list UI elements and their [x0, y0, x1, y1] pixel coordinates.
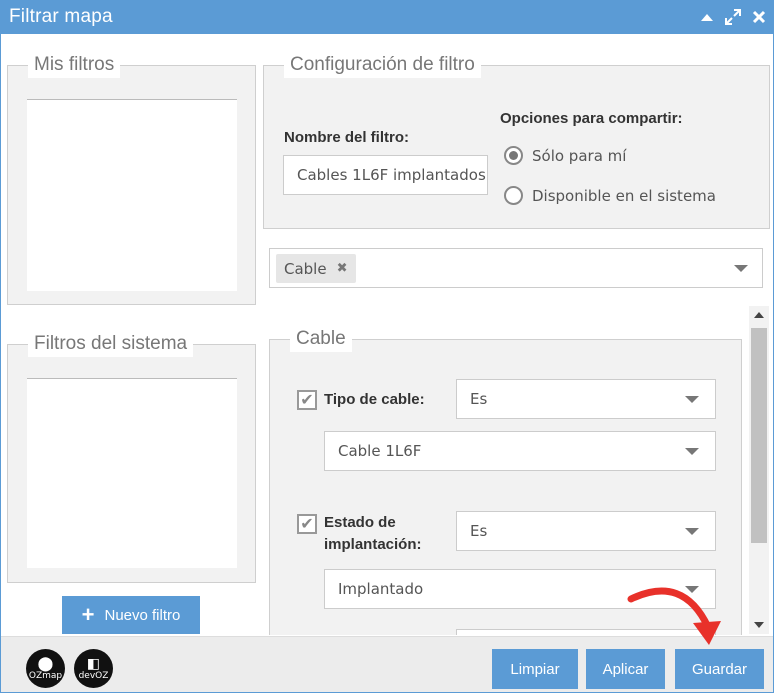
chevron-down-icon — [685, 448, 699, 455]
chevron-down-icon[interactable] — [734, 265, 748, 272]
collapse-button[interactable] — [697, 7, 717, 27]
radio-button-selected[interactable] — [504, 146, 523, 165]
dialog-title: Filtrar mapa — [9, 6, 113, 27]
tipo-cable-operator-value: Es — [470, 390, 488, 408]
estado-label-line2: implantación: — [324, 536, 422, 553]
filter-map-dialog: Filtrar mapa Mis filtros Filtros del sis… — [0, 0, 774, 693]
ozmap-logo-text: OZmap — [28, 670, 63, 681]
map-pin-icon: ⬤ — [37, 655, 54, 672]
my-filters-panel: Mis filtros — [7, 52, 256, 305]
ozmap-logo: ⬤ OZmap — [26, 649, 65, 688]
check-icon: ✔ — [300, 516, 314, 533]
devoz-logo-text: devOZ — [78, 670, 109, 681]
cable-legend: Cable — [290, 326, 352, 352]
filter-config-panel: Configuración de filtro Nombre del filtr… — [263, 52, 770, 229]
radio-only-me[interactable]: Sólo para mí — [504, 146, 626, 165]
window-controls — [697, 7, 769, 27]
check-icon: ✔ — [300, 392, 314, 409]
tipo-cable-checkbox[interactable]: ✔ — [297, 390, 317, 410]
radio-system-label: Disponible en el sistema — [532, 186, 716, 205]
filter-name-input[interactable]: Cables 1L6F implantados — [283, 155, 488, 195]
radio-button[interactable] — [504, 186, 523, 205]
tag-chip: Cable ✖ — [276, 254, 356, 283]
annotation-arrow-icon — [627, 587, 721, 645]
chevron-down-icon — [685, 528, 699, 535]
system-filters-legend: Filtros del sistema — [28, 331, 194, 357]
estado-checkbox[interactable]: ✔ — [297, 514, 317, 534]
scrollbar-thumb[interactable] — [751, 328, 767, 543]
scroll-down-icon[interactable] — [754, 622, 764, 628]
radio-only-me-label: Sólo para mí — [532, 146, 627, 165]
chevron-down-icon — [685, 396, 699, 403]
scroll-up-icon[interactable] — [754, 312, 764, 318]
expand-icon — [725, 9, 741, 25]
my-filters-list[interactable] — [27, 99, 237, 291]
tipo-cable-value-select[interactable]: Cable 1L6F — [324, 431, 716, 471]
system-filters-panel: Filtros del sistema — [7, 331, 256, 583]
vertical-scrollbar[interactable] — [749, 306, 769, 634]
new-filter-button[interactable]: + Nuevo filtro — [62, 596, 200, 634]
close-icon — [752, 10, 766, 24]
estado-value: Implantado — [338, 580, 424, 598]
estado-label-line1: Estado de — [324, 514, 396, 531]
apply-button[interactable]: Aplicar — [586, 649, 665, 689]
devoz-logo: ◧ devOZ — [74, 649, 113, 688]
estado-operator-select[interactable]: Es — [456, 511, 716, 551]
tipo-cable-label: Tipo de cable: — [324, 391, 425, 408]
tipo-cable-value: Cable 1L6F — [338, 442, 422, 460]
cube-icon: ◧ — [86, 655, 101, 672]
tag-label: Cable — [284, 259, 327, 278]
close-button[interactable] — [749, 7, 769, 27]
remove-tag-icon[interactable]: ✖ — [337, 261, 348, 276]
chevron-up-icon — [701, 14, 713, 21]
radio-system[interactable]: Disponible en el sistema — [504, 186, 716, 205]
share-options-label: Opciones para compartir: — [500, 110, 683, 127]
filter-config-legend: Configuración de filtro — [284, 52, 481, 78]
my-filters-legend: Mis filtros — [28, 52, 121, 78]
new-filter-label: Nuevo filtro — [104, 606, 181, 624]
maximize-button[interactable] — [723, 7, 743, 27]
title-bar[interactable]: Filtrar mapa — [1, 1, 773, 34]
save-button[interactable]: Guardar — [675, 649, 764, 689]
estado-operator-value: Es — [470, 522, 488, 540]
clear-button[interactable]: Limpiar — [492, 649, 578, 689]
filter-name-label: Nombre del filtro: — [284, 129, 410, 146]
entity-tag-select[interactable]: Cable ✖ — [269, 248, 763, 288]
tipo-cable-operator-select[interactable]: Es — [456, 379, 716, 419]
plus-icon: + — [81, 602, 95, 627]
system-filters-list[interactable] — [27, 378, 237, 568]
